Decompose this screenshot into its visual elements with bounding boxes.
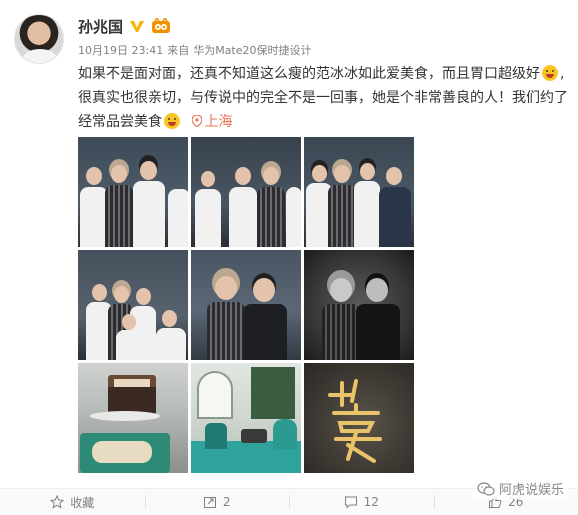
photo-thumbnail-7[interactable]: [78, 363, 188, 473]
photo-thumbnail-4[interactable]: [78, 250, 188, 360]
star-icon: [50, 495, 65, 509]
repost-count: 2: [222, 495, 231, 509]
post-text: 如果不是面对面，还真不知道这么瘦的范冰冰如此爱美食，而且胃口超级好, 很真实也很…: [78, 65, 568, 130]
photo-thumbnail-1[interactable]: [78, 137, 188, 247]
post-text-line-1: 如果不是面对面，还真不知道这么瘦的范冰冰如此爱美食，而且胃口超级好: [78, 66, 540, 82]
repost-button[interactable]: 2: [144, 489, 290, 515]
source-prefix: 来自: [167, 44, 190, 57]
post-text-line-2: 很真实也很亲切，与传说中的完全不是一回事，她是个非常善良的人！我们约了: [78, 90, 568, 106]
location-pin-icon: [192, 115, 203, 127]
laughing-emoji-icon: [542, 65, 558, 81]
favorite-button[interactable]: 收藏: [0, 489, 145, 515]
photo-thumbnail-6[interactable]: [304, 250, 414, 360]
comment-button[interactable]: 12: [289, 489, 434, 515]
post-source[interactable]: 华为Mate20保时捷设计: [193, 42, 311, 58]
watermark-text: 阿虎说娱乐: [498, 483, 564, 498]
post-text-line-3: 经常品尝美食: [78, 114, 162, 130]
favorite-label: 收藏: [70, 495, 95, 510]
photo-thumbnail-9[interactable]: [304, 363, 414, 473]
member-badge-icon[interactable]: [151, 18, 171, 34]
author-avatar[interactable]: [14, 14, 64, 64]
laughing-emoji-icon: [164, 113, 180, 129]
comment-icon: [344, 496, 357, 509]
photo-thumbnail-2[interactable]: [191, 137, 301, 247]
repost-icon: [203, 497, 216, 508]
author-row: 孙兆国: [78, 16, 171, 36]
author-name[interactable]: 孙兆国: [78, 16, 123, 37]
photo-thumbnail-3[interactable]: [304, 137, 414, 247]
location-link[interactable]: 上海: [192, 114, 232, 130]
photo-thumbnail-5[interactable]: [191, 250, 301, 360]
post-meta: 10月19日 23:41 来自 华为Mate20保时捷设计: [78, 42, 312, 58]
location-label: 上海: [204, 114, 233, 130]
photo-grid: [78, 137, 414, 473]
weibo-post: 孙兆国 10月19日 23:41 来自 华为Mate20保时捷设计 如果不是面对…: [0, 0, 578, 515]
photo-thumbnail-8[interactable]: [191, 363, 301, 473]
wechat-watermark: 阿虎说娱乐: [472, 478, 568, 499]
wechat-icon: [477, 481, 495, 496]
post-time[interactable]: 10月19日 23:41: [78, 42, 163, 58]
comment-count: 12: [363, 495, 379, 509]
verified-v-icon: [129, 18, 145, 34]
